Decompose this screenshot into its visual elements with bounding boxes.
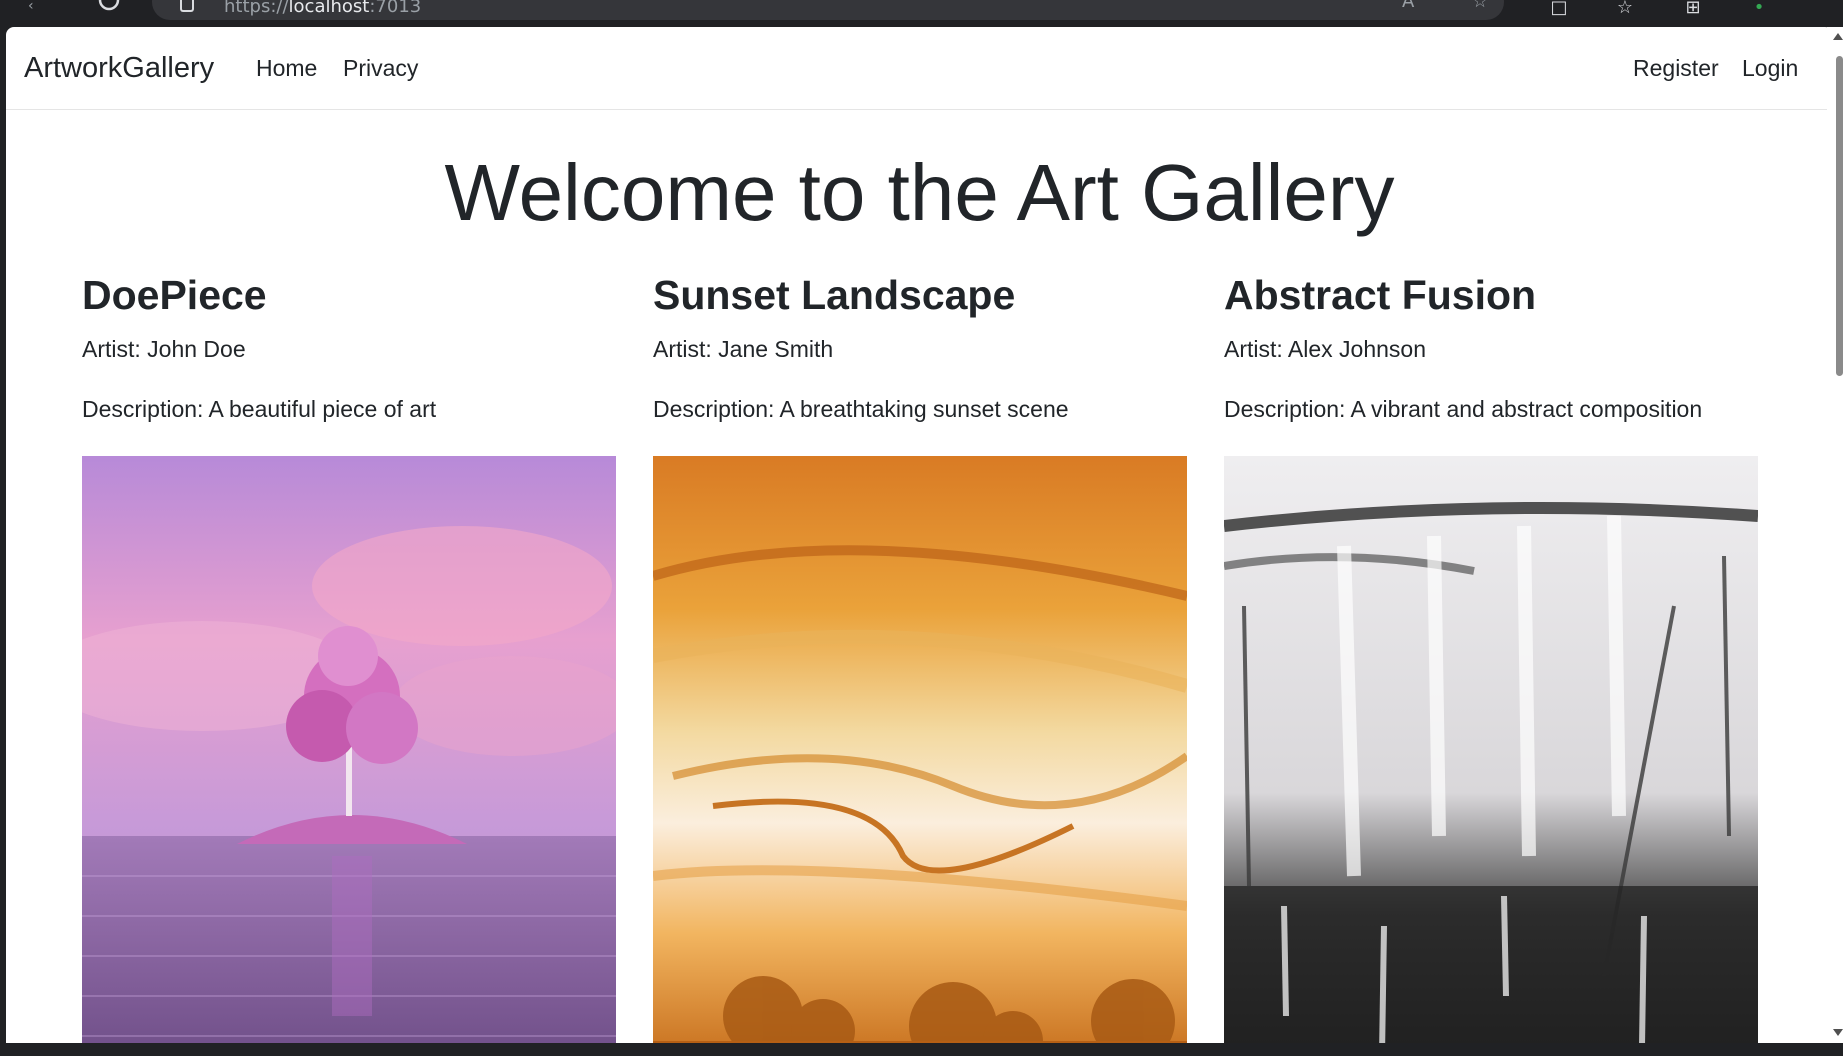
address-host: localhost	[288, 0, 370, 17]
artwork-title: Abstract Fusion	[1224, 272, 1537, 318]
artwork-card: DoePiece Artist: John Doe Description: A…	[82, 270, 616, 1043]
back-icon[interactable]: ‹	[28, 0, 34, 14]
artwork-image-pink-tree	[82, 456, 616, 1043]
artwork-card: Sunset Landscape Artist: Jane Smith Desc…	[653, 270, 1187, 1043]
address-bar[interactable]: https://localhost:7013 A ☆	[152, 0, 1504, 20]
artwork-description: Description: A beautiful piece of art	[82, 396, 437, 422]
favorites-icon[interactable]: ☆	[1614, 0, 1636, 17]
artwork-artist: Artist: Jane Smith	[653, 336, 834, 362]
favorite-star-icon[interactable]: ☆	[1472, 0, 1488, 11]
browser-toolbar: ‹ https://localhost:7013 A ☆ □ ☆ ⊞ •	[0, 0, 1843, 27]
collections-icon[interactable]: ⊞	[1682, 0, 1704, 17]
address-text[interactable]: https://localhost:7013	[224, 0, 421, 16]
window-bottom-edge	[0, 1043, 1843, 1056]
extensions-icon[interactable]: •	[1748, 0, 1770, 17]
artwork-title: DoePiece	[82, 272, 267, 318]
artwork-description: Description: A breathtaking sunset scene	[653, 396, 1069, 422]
artwork-image-sunset	[653, 456, 1187, 1043]
page-title: Welcome to the Art Gallery	[444, 148, 1395, 237]
read-aloud-icon[interactable]: A	[1402, 0, 1418, 11]
lock-icon	[180, 0, 194, 12]
address-scheme: https://	[224, 0, 289, 17]
split-screen-icon[interactable]: □	[1548, 0, 1570, 17]
brand-link[interactable]: ArtworkGallery	[24, 51, 214, 85]
refresh-icon[interactable]	[96, 0, 122, 14]
login-link[interactable]: Login	[1742, 54, 1798, 82]
artwork-title: Sunset Landscape	[653, 272, 1016, 318]
address-port: :7013	[369, 0, 422, 17]
artwork-card: Abstract Fusion Artist: Alex Johnson Des…	[1224, 270, 1758, 1043]
register-link[interactable]: Register	[1633, 54, 1719, 82]
scrollbar-thumb[interactable]	[1836, 56, 1843, 376]
artwork-description: Description: A vibrant and abstract comp…	[1224, 396, 1703, 422]
site-navbar: ArtworkGallery Home Privacy Register Log…	[6, 27, 1833, 110]
page-viewport: ArtworkGallery Home Privacy Register Log…	[6, 27, 1833, 1043]
nav-link-privacy[interactable]: Privacy	[343, 54, 418, 82]
nav-link-home[interactable]: Home	[256, 54, 317, 82]
artwork-image-abstract	[1224, 456, 1758, 1043]
artwork-artist: Artist: John Doe	[82, 336, 246, 362]
artwork-artist: Artist: Alex Johnson	[1224, 336, 1426, 362]
scroll-up-icon[interactable]	[1833, 33, 1843, 40]
scroll-down-icon[interactable]	[1833, 1029, 1843, 1036]
